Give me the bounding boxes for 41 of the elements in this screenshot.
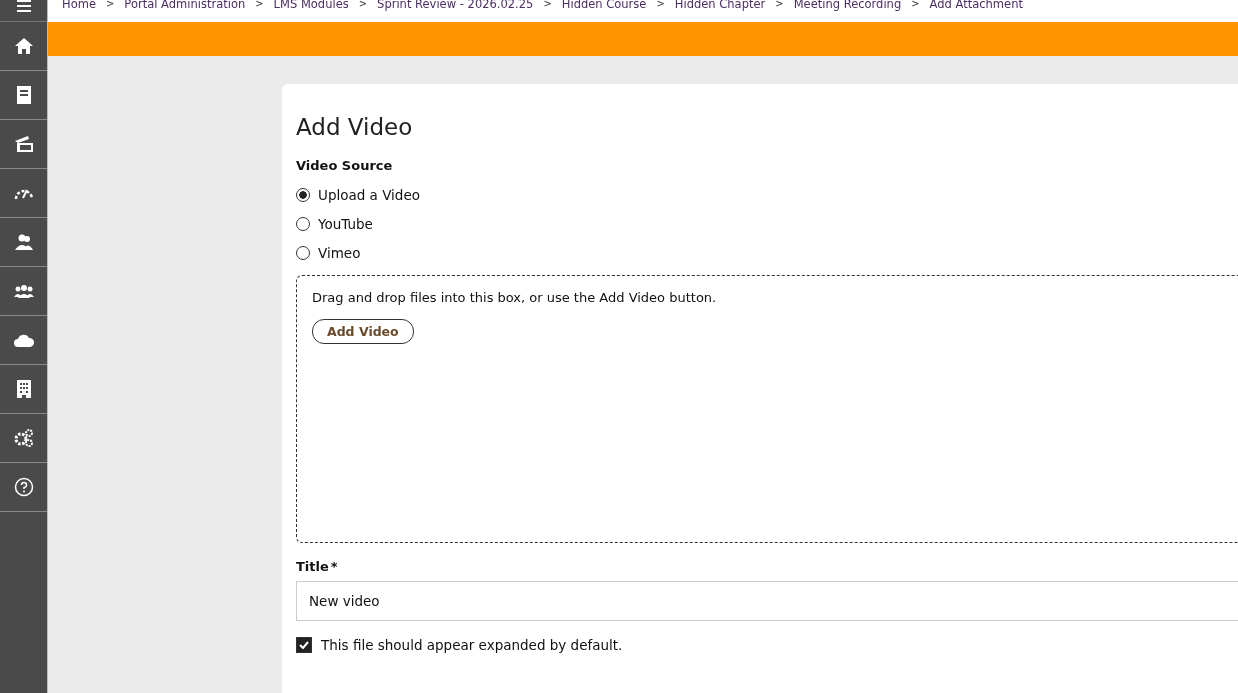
breadcrumb-link[interactable]: Hidden Chapter — [674, 0, 766, 22]
book-icon — [15, 86, 32, 104]
required-mark: * — [330, 559, 338, 574]
add-video-button[interactable]: Add Video — [312, 319, 414, 344]
breadcrumb-separator: > — [656, 0, 665, 11]
breadcrumb-separator: > — [911, 0, 920, 11]
breadcrumb-separator: > — [255, 0, 264, 11]
checkmark-icon — [299, 641, 309, 649]
users-icon — [14, 234, 33, 250]
breadcrumb-separator: > — [543, 0, 552, 11]
breadcrumb-separator: > — [358, 0, 368, 11]
home-icon — [14, 38, 33, 54]
breadcrumb-separator: > — [775, 0, 784, 11]
breadcrumb-link[interactable]: Portal Administration — [124, 0, 246, 22]
checkbox-label: This file should appear expanded by default. — [321, 637, 623, 653]
drop-zone[interactable]: Drag and drop files into this box, or use the Add Video button. Add Video — [296, 275, 1238, 543]
group-icon — [13, 284, 34, 298]
title-input[interactable]: New video — [296, 581, 1238, 621]
field-label: Title — [296, 559, 329, 574]
field-label: Video Source — [296, 158, 394, 173]
breadcrumb-link[interactable]: Hidden Course — [561, 0, 647, 22]
building-icon — [16, 380, 31, 398]
radio-label: YouTube — [318, 215, 373, 232]
breadcrumb-link[interactable]: Meeting Recording — [793, 0, 902, 22]
radio-label: Vimeo — [318, 244, 361, 261]
breadcrumb-separator: > — [105, 0, 115, 11]
menu-icon — [16, 0, 31, 12]
checkbox[interactable] — [296, 637, 312, 653]
radio-button[interactable] — [296, 187, 310, 202]
image-icon — [13, 135, 34, 153]
cloud-icon — [13, 333, 34, 347]
help-icon — [13, 477, 34, 497]
breadcrumb-link[interactable]: LMS Modules — [273, 0, 349, 22]
breadcrumb-link[interactable]: Sprint Review - 2026.02.25 — [377, 0, 534, 22]
radio-label: Upload a Video — [318, 186, 420, 203]
page-title: Add Video — [296, 114, 414, 140]
menu-button[interactable] — [0, 0, 47, 22]
drop-instructions: Drag and drop files into this box, or use the Add Video button. — [312, 290, 718, 305]
breadcrumb-link[interactable]: Add Attachment — [929, 0, 1023, 22]
breadcrumb-link[interactable]: Home — [62, 0, 96, 22]
gears-icon — [13, 429, 34, 447]
